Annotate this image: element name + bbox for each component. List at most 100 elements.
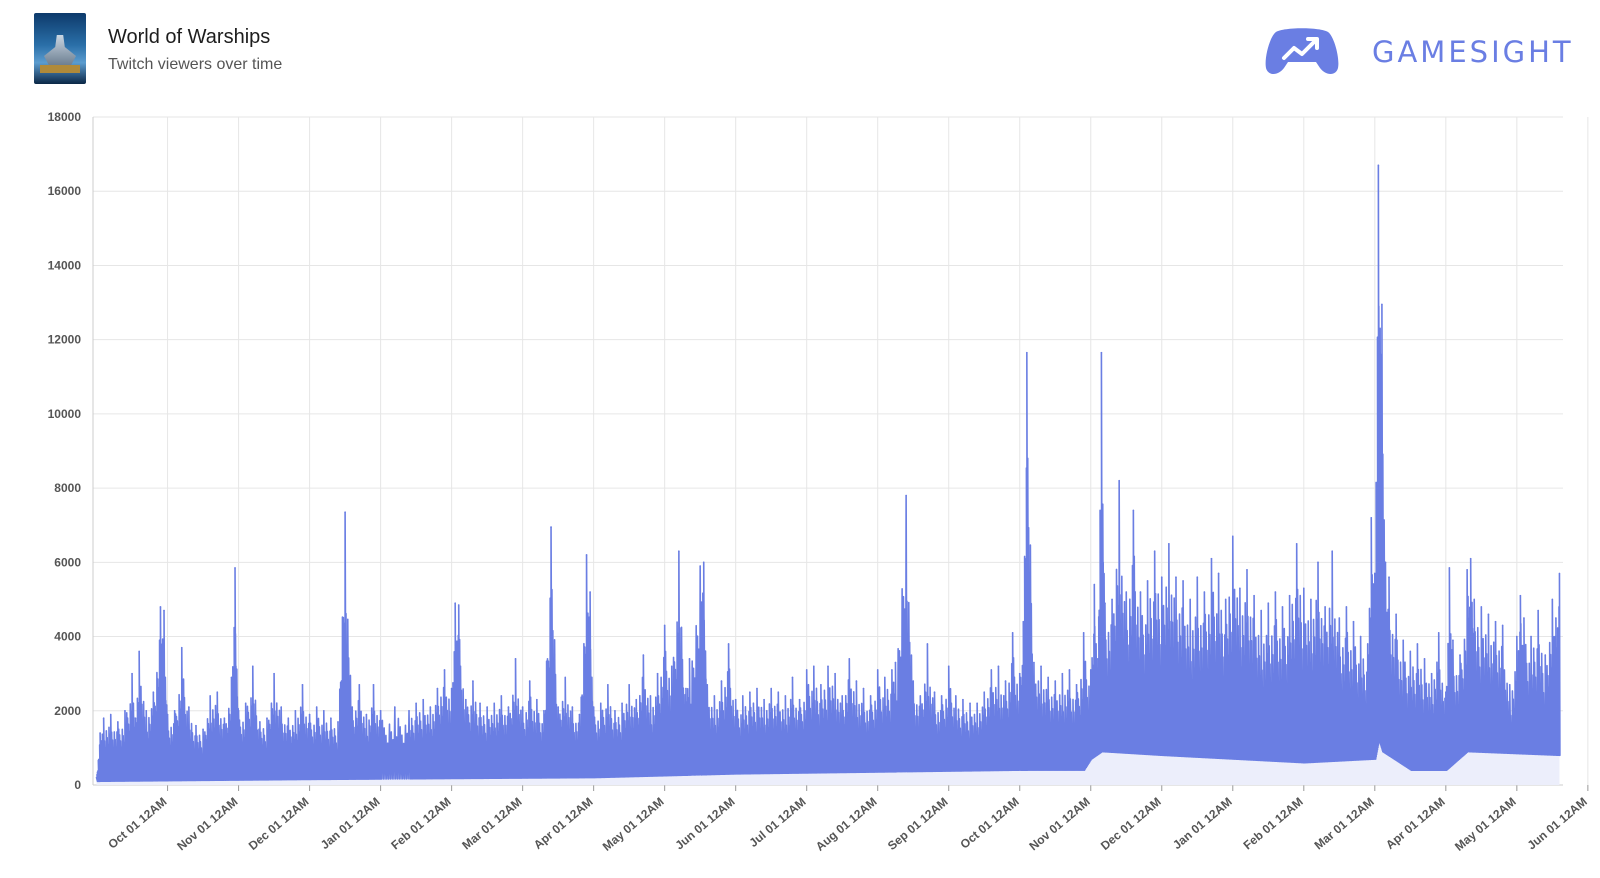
data-point [550, 526, 552, 528]
data-point [457, 604, 460, 606]
data-point [862, 687, 865, 690]
data-point [1004, 680, 1007, 682]
x-tick-label: Oct 01 12AM [105, 795, 169, 852]
x-tick-label: Dec 01 12AM [1098, 795, 1164, 853]
x-tick-label: Jan 01 12AM [1170, 795, 1235, 852]
data-point [202, 728, 204, 731]
data-point [1054, 680, 1057, 682]
data-point [266, 717, 268, 719]
data-point [188, 706, 190, 708]
data-point [1093, 583, 1096, 586]
data-point [1210, 557, 1213, 560]
y-tick-label: 10000 [48, 407, 82, 421]
data-point [415, 702, 417, 705]
data-point [173, 709, 176, 712]
data-point [926, 643, 929, 645]
data-point [1089, 669, 1092, 671]
data-point [152, 691, 155, 694]
data-point [1338, 617, 1341, 619]
data-point [955, 695, 957, 697]
data-point [1132, 509, 1135, 512]
data-point [905, 494, 907, 497]
data-point [1175, 576, 1177, 578]
x-tick-label: Jan 01 12AM [318, 795, 383, 852]
data-point [109, 713, 112, 716]
data-point [450, 687, 453, 690]
data-point [1331, 550, 1334, 552]
data-point [1111, 598, 1113, 601]
data-point [322, 709, 325, 712]
data-point [358, 684, 361, 686]
data-point [827, 665, 829, 668]
data-point [990, 669, 993, 671]
x-tick-label: Feb 01 12AM [388, 795, 453, 853]
data-point [876, 669, 879, 671]
data-point [1026, 351, 1028, 354]
data-point [1253, 594, 1255, 597]
data-point [493, 702, 496, 705]
data-point [1288, 594, 1291, 597]
data-point [1182, 580, 1184, 582]
data-point [1068, 669, 1071, 671]
data-point [855, 680, 858, 682]
data-point [1104, 602, 1106, 604]
data-point [99, 732, 101, 734]
data-point [894, 661, 897, 664]
data-point [237, 709, 240, 712]
data-point [124, 709, 126, 712]
data-point [635, 698, 638, 701]
data-point [308, 713, 311, 716]
data-point [1146, 580, 1149, 582]
data-point [770, 687, 772, 690]
data-point [1203, 591, 1206, 593]
y-tick-label: 16000 [48, 184, 82, 198]
data-point [1011, 632, 1014, 634]
data-point [1022, 620, 1025, 623]
data-point [812, 665, 815, 668]
data-point [486, 706, 488, 708]
data-point [1494, 620, 1497, 623]
data-point [969, 702, 971, 705]
data-point [685, 687, 687, 690]
x-tick-label: May 01 12AM [1452, 795, 1519, 854]
data-point [1402, 639, 1405, 642]
data-point [1487, 613, 1490, 616]
data-point [166, 713, 169, 716]
data-point [621, 702, 623, 705]
data-point [287, 717, 290, 719]
data-point [500, 695, 503, 697]
data-point [216, 691, 219, 694]
data-point [1423, 658, 1426, 660]
data-point [1445, 691, 1447, 694]
data-point [315, 706, 318, 708]
data-point [1160, 576, 1163, 578]
data-point [344, 511, 346, 514]
data-point [642, 654, 645, 656]
data-point [1097, 658, 1099, 660]
data-point [1310, 598, 1312, 601]
data-point [834, 672, 836, 675]
data-point [351, 706, 354, 708]
data-point [585, 554, 588, 556]
data-point [1352, 620, 1355, 623]
data-point [578, 713, 581, 716]
data-point [699, 565, 701, 567]
data-point [1555, 617, 1557, 619]
data-point [756, 687, 758, 690]
data-point [337, 721, 339, 723]
data-point [784, 695, 787, 697]
data-point [1459, 654, 1461, 656]
data-point [1537, 609, 1539, 612]
data-point [408, 709, 410, 712]
data-point [145, 709, 148, 712]
series-line-viewers [95, 164, 1561, 783]
data-point [1452, 639, 1454, 642]
data-point [1448, 567, 1451, 569]
data-point [777, 691, 780, 694]
data-point [607, 684, 609, 686]
data-point [1480, 606, 1483, 608]
data-point [1040, 665, 1042, 668]
data-point [891, 669, 893, 671]
data-point [614, 709, 616, 712]
y-tick-label: 6000 [54, 555, 81, 569]
